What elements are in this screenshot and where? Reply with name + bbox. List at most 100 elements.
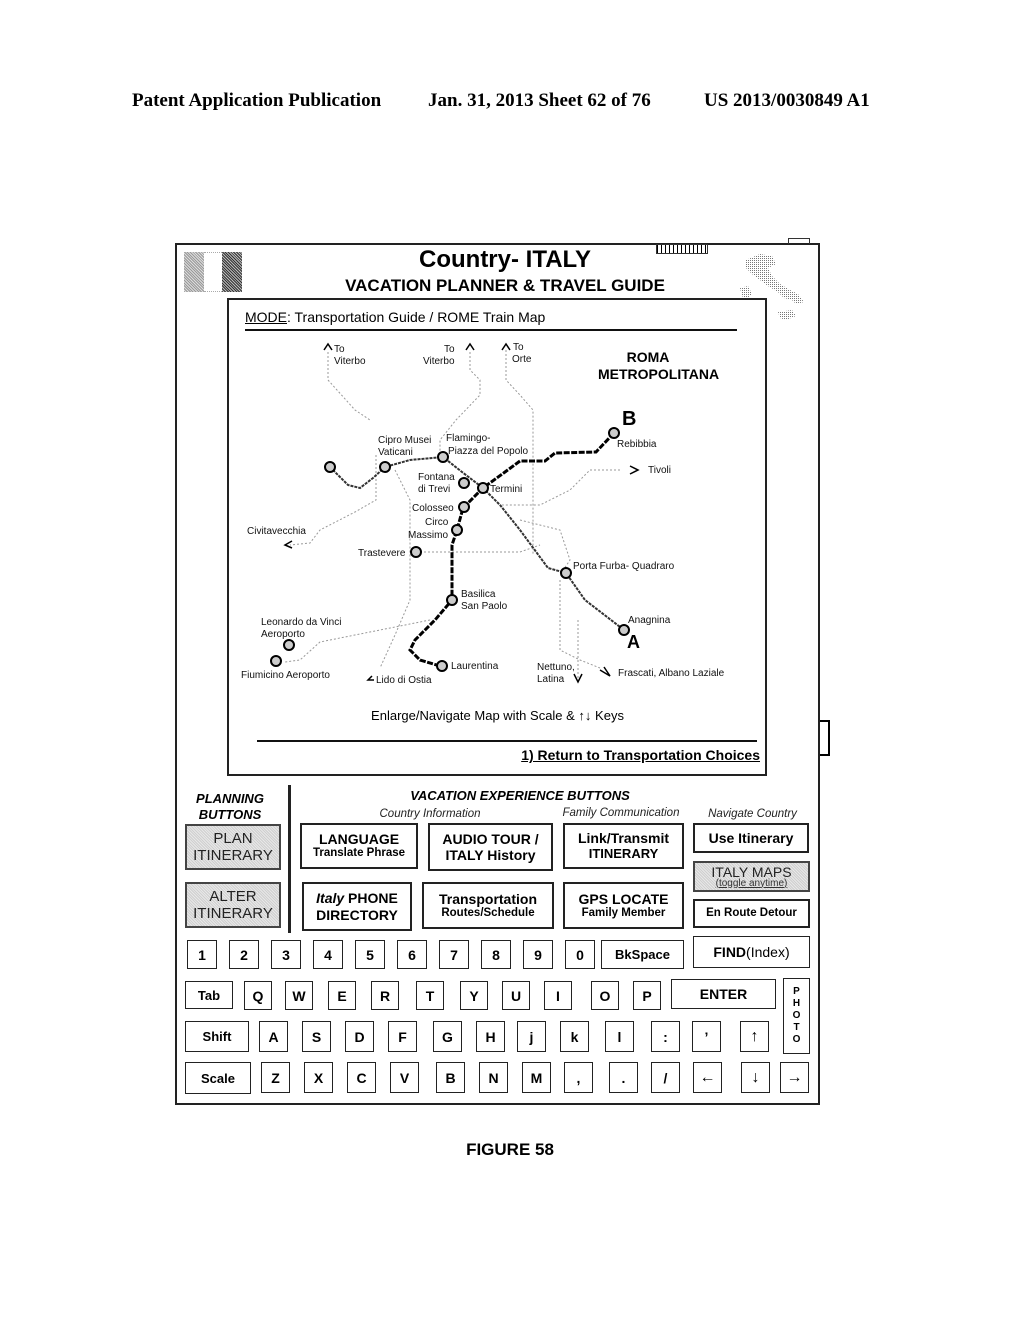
key-find-index[interactable]: FIND (Index) <box>693 936 810 968</box>
number-key[interactable]: 0 <box>565 940 595 969</box>
rome-metro-map[interactable]: To Viterbo To Viterbo To Orte B Rebibbia… <box>229 334 765 704</box>
return-link[interactable]: 1) Return to Transportation Choices <box>480 747 760 763</box>
plan-itinerary-button[interactable]: PLAN ITINERARY <box>185 824 281 870</box>
letter-key[interactable]: B <box>436 1062 465 1093</box>
sub-country-info: Country Information <box>379 808 481 820</box>
power-button[interactable] <box>788 238 810 244</box>
letter-key[interactable]: M <box>522 1062 551 1093</box>
photo-key-letter: H <box>792 998 801 1009</box>
key-photo[interactable]: PHOTO <box>783 978 810 1054</box>
key-scale[interactable]: Scale <box>185 1062 251 1094</box>
letter-key[interactable]: l <box>605 1021 634 1052</box>
label-colosseo: Colosseo <box>412 503 454 514</box>
station-laurentina <box>436 660 448 672</box>
letter-key[interactable]: G <box>433 1021 462 1052</box>
letter-key[interactable]: Z <box>261 1062 290 1093</box>
label-fontana-1: Fontana <box>418 472 455 483</box>
letter-key[interactable]: C <box>347 1062 376 1093</box>
letter-key[interactable]: N <box>479 1062 508 1093</box>
letter-key[interactable]: W <box>285 981 313 1010</box>
use-itinerary-button[interactable]: Use Itinerary <box>693 823 809 853</box>
letter-key[interactable]: j <box>517 1021 546 1052</box>
label-civitavecchia: Civitavecchia <box>247 526 306 537</box>
label-basilica-1: Basilica <box>461 589 496 600</box>
transportation-button[interactable]: Transportation Routes/Schedule <box>422 882 554 929</box>
phone-directory-button[interactable]: Italy PHONE DIRECTORY <box>302 882 412 931</box>
number-key[interactable]: 8 <box>481 940 511 969</box>
key-bkspace[interactable]: BkSpace <box>601 940 684 969</box>
alter-itinerary-line1: ALTER <box>209 887 257 905</box>
gps-locate-button[interactable]: GPS LOCATE Family Member <box>563 882 684 929</box>
label-laurentina: Laurentina <box>451 661 499 672</box>
label-lido: Lido di Ostia <box>376 675 432 686</box>
label-to-orte: To <box>513 342 524 353</box>
audio-tour-button[interactable]: AUDIO TOUR / ITALY History <box>428 823 553 871</box>
letter-key[interactable]: Y <box>460 981 488 1010</box>
letter-key[interactable]: D <box>345 1021 374 1052</box>
station-cipro <box>379 461 391 473</box>
letter-key[interactable]: . <box>609 1062 638 1093</box>
letter-key[interactable]: , <box>564 1062 593 1093</box>
letter-key[interactable]: X <box>304 1062 333 1093</box>
label-fiumicino: Fiumicino Aeroporto <box>241 670 330 681</box>
key-shift[interactable]: Shift <box>185 1021 249 1052</box>
link-transmit-line1: Link/Transmit <box>577 830 670 847</box>
side-button[interactable] <box>820 720 830 756</box>
letter-key[interactable]: → <box>780 1062 809 1093</box>
number-key[interactable]: 1 <box>187 940 217 969</box>
use-itinerary-label: Use Itinerary <box>708 829 794 846</box>
phone-line1: PHONE <box>344 890 398 907</box>
letter-key[interactable]: V <box>390 1062 419 1093</box>
number-key[interactable]: 9 <box>523 940 553 969</box>
number-key[interactable]: 5 <box>355 940 385 969</box>
letter-key[interactable]: P <box>633 981 661 1010</box>
label-frascati: Frascati, Albano Laziale <box>618 668 725 679</box>
planning-heading-1: PLANNING <box>196 791 264 806</box>
label-flaminio-1: Flamingo- <box>446 433 490 444</box>
language-button[interactable]: LANGUAGE Translate Phrase <box>300 823 418 869</box>
letter-key[interactable]: / <box>651 1062 680 1093</box>
mode-label: MODE: Transportation Guide / ROME Train … <box>245 309 545 325</box>
letter-key[interactable]: ’ <box>692 1021 721 1052</box>
station-fontana <box>458 477 470 489</box>
section-divider <box>288 785 291 933</box>
letter-key[interactable]: T <box>416 981 444 1010</box>
letter-key[interactable]: ↓ <box>741 1062 770 1093</box>
number-key[interactable]: 2 <box>229 940 259 969</box>
en-route-detour-button[interactable]: En Route Detour <box>693 899 810 928</box>
number-key[interactable]: 3 <box>271 940 301 969</box>
italy-maps-button[interactable]: ITALY MAPS (toggle anytime) <box>693 861 810 892</box>
label-cipro-2: Vaticani <box>378 447 413 458</box>
key-tab[interactable]: Tab <box>185 981 233 1009</box>
number-key[interactable]: 6 <box>397 940 427 969</box>
gps-locate-line2: Family Member <box>581 906 666 919</box>
alter-itinerary-button[interactable]: ALTER ITINERARY <box>185 882 281 928</box>
letter-key[interactable]: R <box>371 981 399 1010</box>
letter-key[interactable]: : <box>651 1021 680 1052</box>
letter-key[interactable]: I <box>544 981 572 1010</box>
letter-key[interactable]: k <box>560 1021 589 1052</box>
patent-number: US 2013/0030849 A1 <box>704 90 870 111</box>
letter-key[interactable]: E <box>328 981 356 1010</box>
letter-key[interactable]: H <box>476 1021 505 1052</box>
flag-green-stripe <box>184 252 204 292</box>
letter-key[interactable]: O <box>591 981 619 1010</box>
letter-key[interactable]: S <box>302 1021 331 1052</box>
letter-key[interactable]: ↑ <box>740 1021 769 1052</box>
line-b-label: B <box>622 408 636 430</box>
plan-itinerary-line1: PLAN <box>213 829 253 847</box>
letter-key[interactable]: F <box>388 1021 417 1052</box>
key-enter[interactable]: ENTER <box>671 979 776 1009</box>
label-tivoli: Tivoli <box>648 465 671 476</box>
letter-key[interactable]: U <box>502 981 530 1010</box>
photo-key-letter: T <box>793 1022 800 1033</box>
letter-key[interactable]: A <box>259 1021 288 1052</box>
label-circo-1: Circo <box>425 517 449 528</box>
number-key[interactable]: 7 <box>439 940 469 969</box>
label-circo-2: Massimo <box>408 530 448 541</box>
letter-key[interactable]: ← <box>693 1062 722 1093</box>
number-key[interactable]: 4 <box>313 940 343 969</box>
link-transmit-button[interactable]: Link/Transmit ITINERARY <box>563 823 684 869</box>
letter-key[interactable]: Q <box>244 981 272 1010</box>
label-fontana-2: di Trevi <box>418 484 450 495</box>
